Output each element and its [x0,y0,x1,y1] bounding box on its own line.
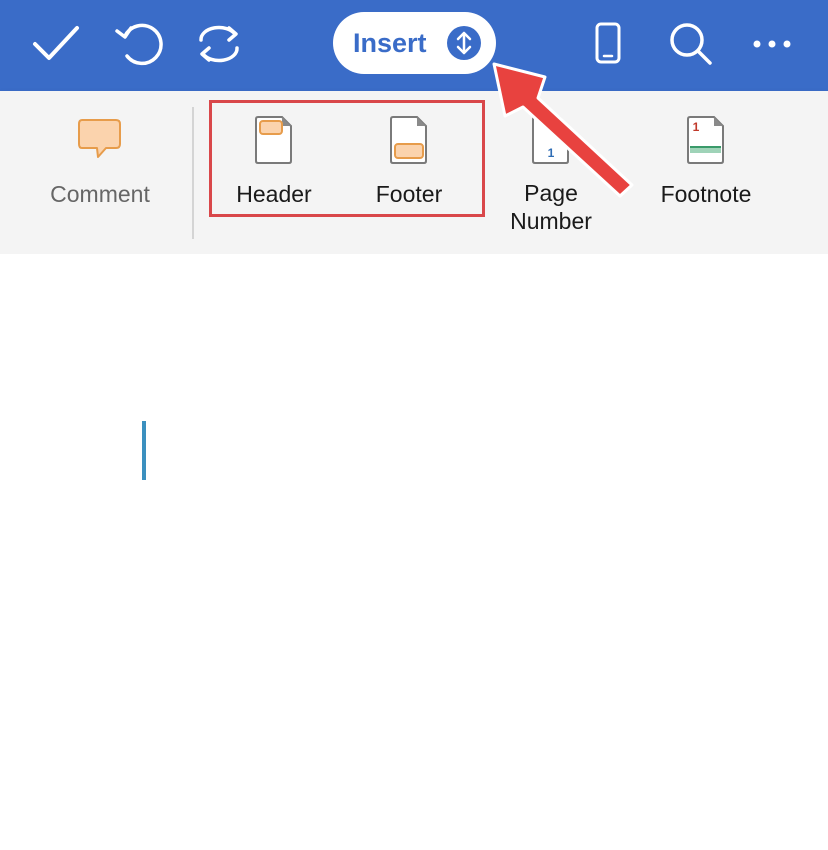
footnote-button[interactable]: 1 Footnote [640,91,772,254]
page-number-icon-digit: 1 [548,146,555,160]
tab-insert[interactable]: Insert [333,12,496,74]
page-number-label-line1: Page [524,180,578,206]
search-icon[interactable] [665,18,717,70]
page-number-label-line2: Number [510,208,592,234]
top-toolbar: Insert [0,0,828,91]
undo-icon[interactable] [113,18,165,70]
footnote-icon-digit: 1 [693,120,700,134]
footer-label: Footer [375,181,443,207]
ribbon-divider [192,107,194,239]
phone-layout-icon[interactable] [582,18,634,70]
footnote-icon: 1 [686,115,726,170]
footnote-label: Footnote [660,181,752,207]
insert-ribbon: Comment Header Footer 1 Page Number 1 Fo… [0,91,828,300]
active-tab-label: Insert [353,27,427,58]
footer-button[interactable]: Footer [357,91,461,254]
comment-button[interactable]: Comment [30,91,170,254]
header-icon [254,115,294,170]
more-icon[interactable] [746,18,798,70]
sync-icon[interactable] [193,18,245,70]
page-number-button[interactable]: 1 Page Number [495,91,607,254]
document-canvas[interactable] [0,254,828,850]
tab-switch-icon[interactable] [447,26,481,60]
footer-icon [389,115,429,170]
comment-icon [77,117,123,168]
page-number-icon: 1 [531,115,571,170]
text-caret [142,421,146,480]
checkmark-icon[interactable] [30,18,82,70]
header-label: Header [236,181,312,207]
header-button[interactable]: Header [222,91,326,254]
comment-label: Comment [50,181,150,207]
